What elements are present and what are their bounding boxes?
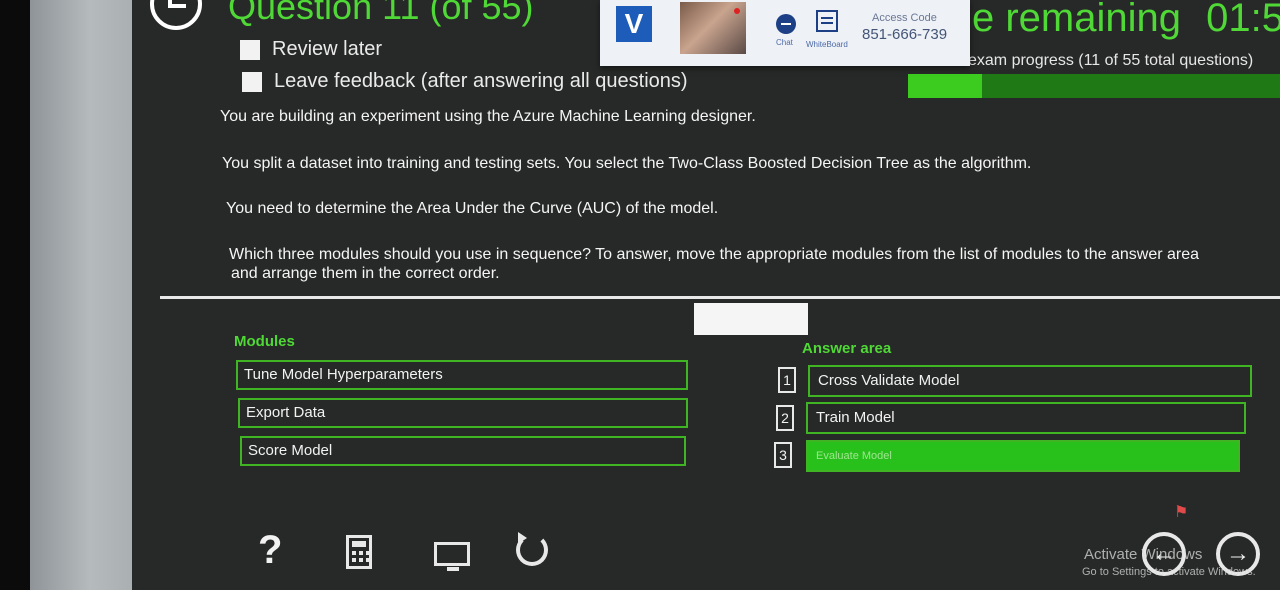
answer-number: 1: [778, 367, 796, 393]
answer-item[interactable]: Cross Validate Model: [808, 365, 1252, 397]
activate-windows-title: Activate Windows: [1084, 546, 1203, 563]
modules-title: Modules: [234, 333, 295, 350]
answer-number: 3: [774, 442, 792, 468]
leave-feedback-label: Leave feedback (after answering all ques…: [274, 70, 688, 92]
access-code-value: 851-666-739: [862, 26, 948, 43]
photo-bezel: [0, 0, 30, 590]
question-line-1: You are building an experiment using the…: [220, 108, 756, 125]
chat-label: Chat: [776, 38, 793, 47]
progress-fill: [908, 74, 983, 98]
whiteboard-icon[interactable]: [816, 10, 838, 32]
answer-area-title: Answer area: [802, 340, 892, 357]
webcam-preview: [680, 2, 746, 54]
time-remaining-value: 01:5: [1206, 0, 1280, 40]
time-remaining-label: e remaining: [972, 0, 1182, 40]
flag-icon[interactable]: ⚑: [1174, 502, 1188, 522]
module-item[interactable]: Score Model: [240, 436, 686, 466]
activate-windows-subtitle: Go to Settings to activate Windows.: [1082, 566, 1256, 578]
screen-icon[interactable]: [434, 542, 470, 571]
progress-label: exam progress (11 of 55 total questions): [968, 52, 1254, 69]
reset-icon[interactable]: [516, 532, 548, 566]
answer-number: 2: [776, 405, 794, 431]
review-later-label: Review later: [272, 38, 383, 60]
question-title: Question 11 (of 55): [228, 0, 534, 27]
leave-feedback-checkbox[interactable]: [242, 71, 262, 92]
time-remaining: e remaining 01:5: [972, 0, 1280, 41]
access-code-label: Access Code: [872, 12, 937, 24]
calculator-icon[interactable]: [346, 535, 372, 569]
chat-icon[interactable]: [776, 14, 796, 34]
help-icon[interactable]: ?: [258, 528, 282, 573]
module-item[interactable]: Tune Model Hyperparameters: [236, 360, 688, 390]
leave-feedback-option[interactable]: Leave feedback (after answering all ques…: [242, 70, 688, 93]
progress-bar: [908, 74, 1280, 98]
question-line-5: and arrange them in the correct order.: [231, 265, 500, 282]
module-item[interactable]: Export Data: [238, 398, 688, 428]
separator: [160, 296, 1280, 299]
drag-tab: [694, 303, 808, 335]
review-later-option[interactable]: Review later: [240, 38, 382, 61]
proctor-toolbar: V Chat WhiteBoard Access Code 851-666-73…: [600, 0, 970, 66]
whiteboard-label: WhiteBoard: [806, 40, 848, 49]
question-line-4: Which three modules should you use in se…: [229, 246, 1200, 263]
question-line-3: You need to determine the Area Under the…: [226, 200, 719, 217]
review-later-checkbox[interactable]: [240, 39, 260, 60]
proctor-logo: V: [616, 6, 652, 42]
answer-item-selected[interactable]: Evaluate Model: [806, 440, 1240, 472]
answer-item[interactable]: Train Model: [806, 402, 1246, 434]
question-line-2: You split a dataset into training and te…: [222, 155, 1032, 172]
